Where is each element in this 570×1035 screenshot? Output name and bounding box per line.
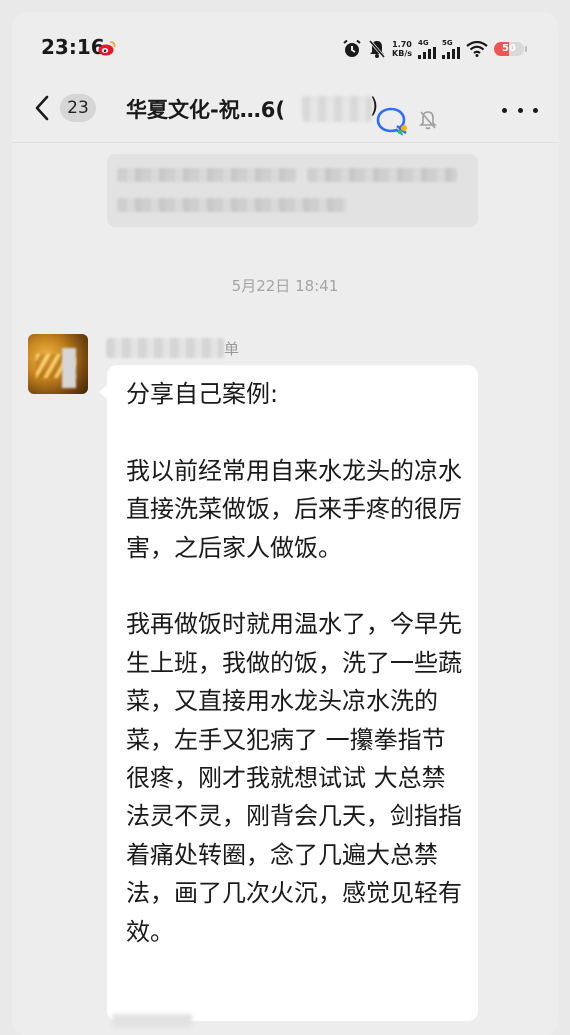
signal-4g: 4G [418, 38, 436, 59]
chat-title[interactable]: 华夏文化-祝…6( [126, 94, 285, 124]
more-icon [502, 107, 507, 113]
chat-screen: 23:16 1.70 KB/s 4G 5G 50 23 华夏文化-祝…6() … [12, 12, 558, 1035]
signal-5g-icon [442, 46, 460, 59]
title-redaction [302, 96, 372, 122]
back-button[interactable]: 23 [32, 90, 104, 126]
status-time: 23:16 [41, 35, 105, 59]
status-bar: 23:16 1.70 KB/s 4G 5G 50 [12, 12, 558, 76]
header-divider [12, 142, 558, 143]
net-speed-value: 1.70 [392, 40, 412, 49]
sender-name-redaction [106, 338, 224, 358]
signal-4g-label: 4G [418, 38, 429, 47]
chat-header: 23 华夏文化-祝…6( ) [12, 76, 558, 140]
wifi-icon [466, 41, 488, 57]
mute-bell-icon [368, 40, 386, 58]
chatbot-icon[interactable] [376, 106, 410, 136]
signal-5g: 5G [442, 38, 460, 59]
message-timestamp: 5月22日 18:41 [231, 277, 339, 295]
chevron-left-icon[interactable] [32, 93, 54, 123]
battery-icon: 50 [494, 41, 528, 57]
net-speed: 1.70 KB/s [392, 40, 412, 58]
sender-avatar[interactable] [28, 334, 88, 394]
sender-name: 单 [224, 340, 240, 358]
message-text: 分享自己案例: 我以前经常用自来水龙头的凉水直接洗菜做饭，后来手疼的很厉害，之后… [126, 380, 462, 946]
signal-5g-label: 5G [442, 38, 453, 47]
alarm-icon [343, 39, 361, 57]
message-bubble[interactable]: 分享自己案例: 我以前经常用自来水龙头的凉水直接洗菜做饭，后来手疼的很厉害，之后… [107, 365, 478, 1021]
battery-level: 50 [502, 43, 516, 54]
weibo-icon [98, 41, 116, 56]
mute-bell-icon [419, 111, 437, 130]
unread-count-badge[interactable]: 23 [60, 94, 96, 122]
signal-4g-icon [418, 46, 436, 59]
net-speed-unit: KB/s [392, 49, 412, 58]
previous-message-bubble [107, 154, 478, 227]
more-options-button[interactable] [502, 100, 538, 120]
status-icons: 1.70 KB/s 4G 5G 50 [342, 38, 528, 60]
